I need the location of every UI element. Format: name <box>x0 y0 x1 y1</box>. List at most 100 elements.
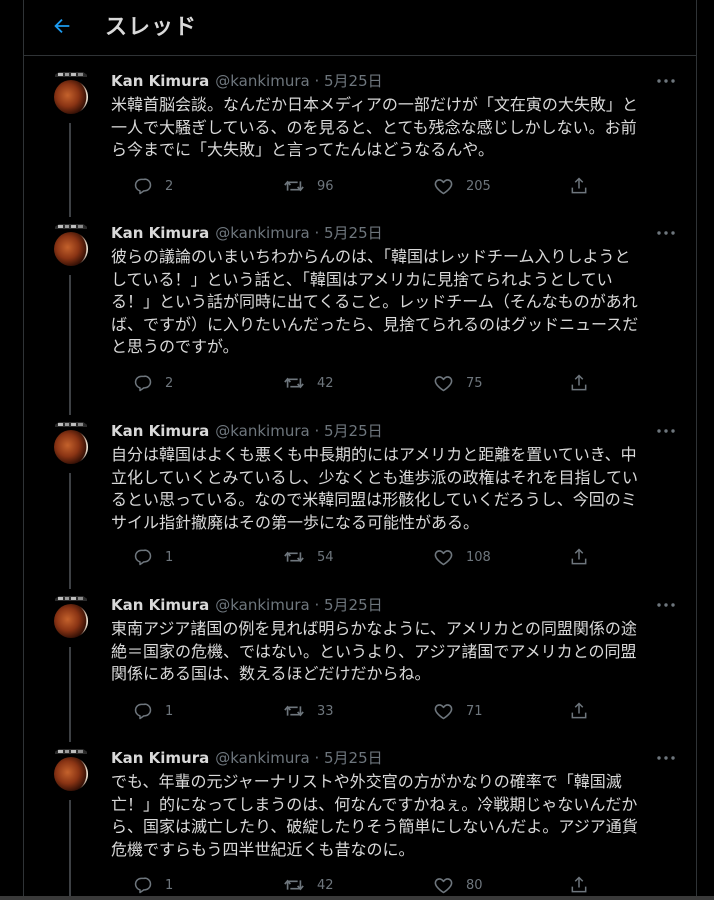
reply-button[interactable]: 1 <box>133 545 173 569</box>
retweet-button[interactable]: 33 <box>283 699 334 723</box>
reply-count: 2 <box>165 375 174 391</box>
tweet-text: 東南アジア諸国の例を見れば明らかなように、アメリカとの同盟関係の途 絶＝国家の危… <box>111 619 637 683</box>
author-handle-and-date[interactable]: @kankimura · 5月25日 <box>215 72 382 90</box>
tweet-actions: 2 42 75 <box>111 371 591 395</box>
arrow-left-icon <box>54 18 70 34</box>
thread-connector-line <box>69 800 71 900</box>
avatar[interactable] <box>46 746 96 796</box>
author-name[interactable]: Kan Kimura <box>111 224 209 242</box>
like-count: 80 <box>466 877 483 893</box>
tweet-header: Kan Kimura @kankimura · 5月25日 <box>111 421 383 441</box>
like-button[interactable]: 80 <box>433 873 483 897</box>
retweet-count: 42 <box>317 877 334 893</box>
retweet-icon <box>283 175 305 197</box>
like-count: 108 <box>466 549 491 565</box>
retweet-count: 96 <box>317 178 334 194</box>
share-button[interactable] <box>569 174 589 198</box>
tweet-actions: 1 42 80 <box>111 873 591 897</box>
author-name[interactable]: Kan Kimura <box>111 596 209 614</box>
reply-count: 2 <box>165 178 174 194</box>
more-horizontal-icon <box>657 231 675 235</box>
tweet-actions: 1 33 71 <box>111 699 591 723</box>
reply-icon <box>133 176 153 196</box>
like-count: 71 <box>466 703 483 719</box>
tweet-header: Kan Kimura @kankimura · 5月25日 <box>111 223 383 243</box>
thread-connector-line <box>69 473 71 589</box>
window-bottom-edge <box>0 896 714 900</box>
retweet-icon <box>283 372 305 394</box>
share-icon <box>569 176 589 196</box>
retweet-button[interactable]: 54 <box>283 545 334 569</box>
heart-icon <box>433 176 454 197</box>
share-icon <box>569 373 589 393</box>
share-button[interactable] <box>569 873 589 897</box>
tweet-header: Kan Kimura @kankimura · 5月25日 <box>111 748 383 768</box>
share-icon <box>569 547 589 567</box>
like-button[interactable]: 75 <box>433 371 483 395</box>
retweet-count: 33 <box>317 703 334 719</box>
tweet-header: Kan Kimura @kankimura · 5月25日 <box>111 595 383 615</box>
retweet-count: 54 <box>317 549 334 565</box>
like-count: 75 <box>466 375 483 391</box>
like-button[interactable]: 71 <box>433 699 483 723</box>
heart-icon <box>433 547 454 568</box>
heart-icon <box>433 875 454 896</box>
tweet-text: 彼らの議論のいまいちわからんのは、「韓国はレッドチーム入りしようと している！」… <box>111 247 639 356</box>
retweet-icon <box>283 546 305 568</box>
thread-connector-line <box>69 275 71 415</box>
thread-connector-line <box>69 647 71 742</box>
author-handle-and-date[interactable]: @kankimura · 5月25日 <box>215 224 382 242</box>
reply-icon <box>133 547 153 567</box>
heart-icon <box>433 701 454 722</box>
reply-count: 1 <box>165 703 174 719</box>
avatar[interactable] <box>46 593 96 643</box>
share-icon <box>569 875 589 895</box>
author-name[interactable]: Kan Kimura <box>111 72 209 90</box>
retweet-button[interactable]: 42 <box>283 873 334 897</box>
tweet-actions: 1 54 108 <box>111 545 591 569</box>
tweet-text: 米韓首脳会談。なんだか日本メディアの一部だけが「文在寅の大失敗」と 一人で大騒ぎ… <box>111 95 638 159</box>
more-options-button[interactable] <box>654 223 678 243</box>
back-button[interactable] <box>46 10 78 42</box>
reply-icon <box>133 701 153 721</box>
like-button[interactable]: 205 <box>433 174 491 198</box>
retweet-button[interactable]: 42 <box>283 371 334 395</box>
more-options-button[interactable] <box>654 748 678 768</box>
like-button[interactable]: 108 <box>433 545 491 569</box>
author-handle-and-date[interactable]: @kankimura · 5月25日 <box>215 749 382 767</box>
more-options-button[interactable] <box>654 71 678 91</box>
share-button[interactable] <box>569 699 589 723</box>
share-button[interactable] <box>569 371 589 395</box>
more-horizontal-icon <box>657 603 675 607</box>
tweet-actions: 2 96 205 <box>111 174 591 198</box>
tweet-text: でも、年輩の元ジャーナリストや外交官の方がかなりの確率で「韓国滅 亡！」的になっ… <box>111 772 638 859</box>
reply-button[interactable]: 2 <box>133 174 173 198</box>
tweet-header: Kan Kimura @kankimura · 5月25日 <box>111 71 383 91</box>
more-options-button[interactable] <box>654 595 678 615</box>
tweet-text: 自分は韓国はよくも悪くも中長期的にはアメリカと距離を置いていき、中 立化していく… <box>111 445 639 532</box>
avatar[interactable] <box>46 419 96 469</box>
thread-connector-line <box>69 123 71 217</box>
reply-button[interactable]: 1 <box>133 873 173 897</box>
author-handle-and-date[interactable]: @kankimura · 5月25日 <box>215 596 382 614</box>
avatar[interactable] <box>46 69 96 119</box>
reply-button[interactable]: 2 <box>133 371 173 395</box>
more-horizontal-icon <box>657 756 675 760</box>
reply-count: 1 <box>165 549 174 565</box>
reply-icon <box>133 373 153 393</box>
share-icon <box>569 701 589 721</box>
more-horizontal-icon <box>657 429 675 433</box>
author-name[interactable]: Kan Kimura <box>111 422 209 440</box>
author-handle-and-date[interactable]: @kankimura · 5月25日 <box>215 422 382 440</box>
avatar[interactable] <box>46 221 96 271</box>
like-count: 205 <box>466 178 491 194</box>
header: スレッド <box>24 0 696 56</box>
retweet-count: 42 <box>317 375 334 391</box>
reply-count: 1 <box>165 877 174 893</box>
reply-button[interactable]: 1 <box>133 699 173 723</box>
retweet-button[interactable]: 96 <box>283 174 334 198</box>
author-name[interactable]: Kan Kimura <box>111 749 209 767</box>
heart-icon <box>433 373 454 394</box>
more-options-button[interactable] <box>654 421 678 441</box>
share-button[interactable] <box>569 545 589 569</box>
